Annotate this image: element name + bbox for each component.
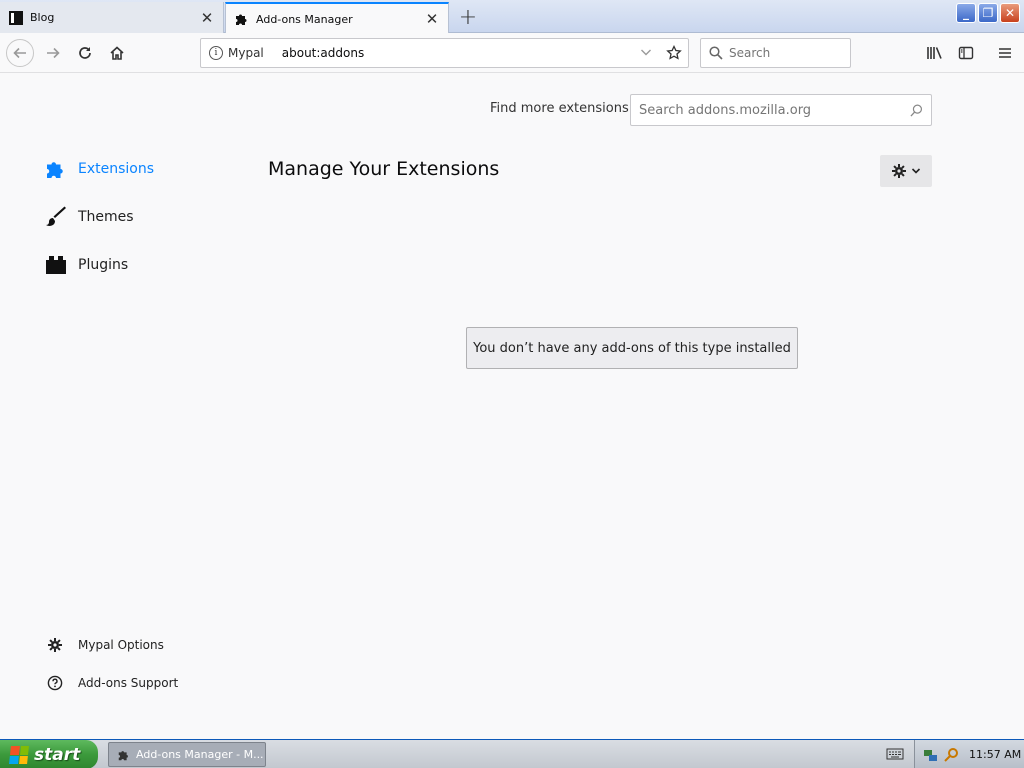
search-icon[interactable] (910, 104, 923, 117)
footer-link-label: Add-ons Support (78, 676, 179, 690)
help-circle-icon (46, 674, 64, 692)
amo-search-input[interactable] (639, 102, 910, 118)
taskbar-window-button[interactable]: Add-ons Manager - M... (108, 742, 266, 767)
category-label: Plugins (78, 257, 129, 273)
site-identity[interactable]: i Mypal (209, 46, 264, 60)
system-tray: 11:57 AM (914, 740, 1024, 768)
page-title: Manage Your Extensions (268, 158, 500, 180)
gear-icon (46, 636, 64, 654)
info-icon: i (209, 46, 223, 60)
close-tab-icon[interactable]: ✕ (199, 9, 215, 27)
category-themes[interactable]: Themes (44, 202, 134, 232)
sidebar-toggle-button[interactable] (953, 40, 979, 66)
close-window-button[interactable]: ✕ (1000, 3, 1020, 23)
puzzle-icon (118, 750, 128, 760)
reload-button[interactable] (72, 40, 98, 66)
empty-list-notice: You don’t have any add-ons of this type … (466, 327, 798, 369)
forward-button[interactable] (40, 40, 66, 66)
minimize-window-button[interactable]: _ (956, 3, 976, 23)
network-icon[interactable] (923, 747, 939, 763)
tab-strip: Blog ✕ Add-ons Manager ✕ + _ ❐ ✕ (0, 0, 1024, 34)
search-bar[interactable] (700, 38, 851, 68)
reload-icon (79, 47, 91, 59)
home-button[interactable] (104, 40, 130, 66)
back-button[interactable] (6, 39, 34, 67)
category-label: Extensions (78, 161, 155, 177)
chevron-down-icon (911, 168, 921, 174)
chevron-down-icon[interactable] (640, 46, 660, 61)
start-label: start (34, 744, 81, 765)
find-more-label: Find more extensions (490, 101, 629, 116)
key-icon[interactable] (943, 747, 959, 763)
arrow-right-icon (47, 47, 60, 59)
keyboard-icon[interactable] (886, 746, 904, 762)
bookmark-star-icon[interactable] (660, 45, 688, 61)
search-icon (709, 46, 723, 60)
brush-icon (44, 205, 68, 229)
category-extensions[interactable]: Extensions (44, 154, 154, 184)
footer-link-label: Mypal Options (78, 638, 164, 652)
addons-support-link[interactable]: Add-ons Support (46, 672, 178, 694)
arrow-left-icon (13, 47, 26, 59)
close-tab-icon[interactable]: ✕ (424, 10, 440, 28)
search-input[interactable] (729, 46, 839, 60)
windows-taskbar: start Add-ons Manager - M... 11:57 AM (0, 739, 1024, 768)
url-bar[interactable]: i Mypal about:addons (200, 38, 689, 68)
puzzle-icon (236, 14, 247, 25)
tab-addons-manager[interactable]: Add-ons Manager ✕ (225, 2, 449, 34)
puzzle-icon (44, 157, 68, 181)
library-icon (927, 47, 942, 59)
taskbar-window-label: Add-ons Manager - M... (136, 748, 264, 761)
category-plugins[interactable]: Plugins (44, 250, 128, 280)
tab-blog[interactable]: Blog ✕ (0, 2, 224, 33)
library-button[interactable] (922, 40, 948, 66)
home-icon (110, 46, 124, 60)
sidebar-icon (958, 46, 974, 60)
menu-icon (999, 48, 1011, 58)
url-text[interactable]: about:addons (282, 46, 640, 60)
windows-logo-icon (9, 745, 29, 764)
new-tab-button[interactable]: + (455, 4, 481, 30)
start-button[interactable]: start (0, 740, 98, 768)
plugin-block-icon (44, 253, 68, 277)
clock[interactable]: 11:57 AM (969, 748, 1021, 761)
tools-gear-button[interactable] (880, 155, 932, 187)
hamburger-menu-button[interactable] (992, 40, 1018, 66)
identity-label: Mypal (228, 46, 264, 60)
addons-manager-content: Find more extensions Extensions Themes P… (0, 73, 1024, 739)
category-label: Themes (78, 209, 134, 225)
navigation-toolbar: i Mypal about:addons (0, 33, 1024, 73)
gear-icon (892, 164, 906, 178)
mypal-options-link[interactable]: Mypal Options (46, 634, 164, 656)
tab-label: Blog (30, 11, 55, 24)
amo-search-box[interactable] (630, 94, 932, 126)
tab-label: Add-ons Manager (256, 12, 353, 26)
restore-window-button[interactable]: ❐ (978, 3, 998, 23)
blog-favicon-icon (9, 10, 23, 25)
